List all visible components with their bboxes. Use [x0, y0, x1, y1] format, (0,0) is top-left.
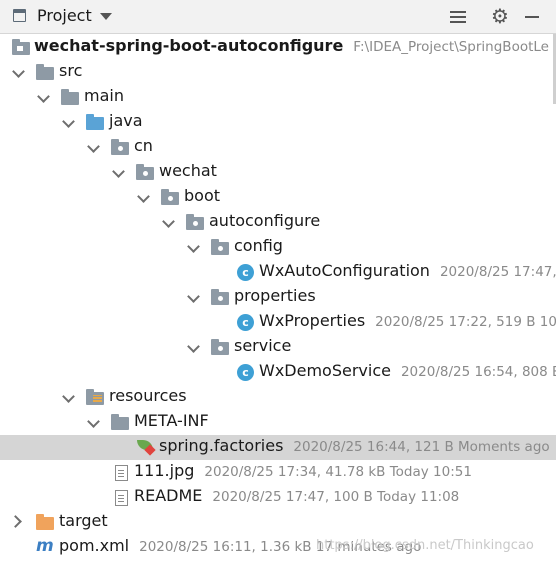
tree-row-meta: 2020/8/25 17:22, 519 B 10 m	[375, 314, 556, 330]
tool-window-title[interactable]: Project	[37, 6, 92, 25]
tree-row-service[interactable]: service	[0, 335, 556, 360]
tree-row-label: pom.xml	[59, 536, 130, 555]
file-icon	[115, 465, 128, 481]
expand-arrow-icon[interactable]	[37, 90, 50, 103]
excluded-folder-icon	[36, 514, 54, 530]
tree-row-meta-inf[interactable]: META-INF	[0, 410, 556, 435]
expand-arrow-icon[interactable]	[87, 415, 100, 428]
tree-row-label: cn	[134, 136, 153, 155]
tree-row-label: java	[109, 111, 143, 130]
expand-arrow-icon[interactable]	[187, 290, 200, 303]
tree-row-label: target	[59, 511, 108, 530]
package-icon	[161, 189, 179, 205]
tree-row-meta: 2020/8/25 17:47, 2	[439, 264, 556, 280]
expand-arrow-icon[interactable]	[137, 190, 150, 203]
project-window-icon	[13, 9, 26, 22]
tree-row-src[interactable]: src	[0, 60, 556, 85]
expand-arrow-icon[interactable]	[87, 140, 100, 153]
tree-row-meta: 2020/8/25 16:54, 808 B 5	[400, 364, 556, 380]
file-icon	[115, 490, 128, 506]
tree-row-label: service	[234, 336, 292, 355]
tree-row-label: README	[134, 486, 203, 505]
tree-row-label: resources	[109, 386, 187, 405]
package-icon	[111, 139, 129, 155]
expand-arrow-icon[interactable]	[62, 390, 75, 403]
folder-icon	[61, 89, 79, 105]
folder-icon	[111, 414, 129, 430]
java-class-icon: c	[237, 364, 254, 381]
tree-row-label: WxProperties	[259, 311, 366, 330]
expand-arrow-icon[interactable]	[162, 215, 175, 228]
package-icon	[186, 214, 204, 230]
project-tool-window-header: Project ⚙	[0, 0, 556, 34]
tree-row-wxdemoservice[interactable]: c WxDemoService 2020/8/25 16:54, 808 B 5	[0, 360, 556, 385]
package-icon	[136, 164, 154, 180]
tree-row-config[interactable]: config	[0, 235, 556, 260]
tree-row-label: spring.factories	[159, 436, 284, 455]
tree-row-wxautoconfiguration[interactable]: c WxAutoConfiguration 2020/8/25 17:47, 2	[0, 260, 556, 285]
java-class-icon: c	[237, 264, 254, 281]
folder-icon	[36, 64, 54, 80]
tree-row-label: wechat-spring-boot-autoconfigure	[34, 36, 344, 55]
package-icon	[211, 239, 229, 255]
expand-arrow-icon[interactable]	[187, 340, 200, 353]
expand-arrow-icon[interactable]	[9, 515, 22, 528]
package-icon	[211, 339, 229, 355]
tree-row-label: config	[234, 236, 283, 255]
module-folder-icon	[12, 39, 30, 55]
tree-row-label: WxAutoConfiguration	[259, 261, 430, 280]
resources-folder-icon	[86, 389, 104, 405]
expand-arrow-icon[interactable]	[112, 165, 125, 178]
tree-row-target[interactable]: target	[0, 510, 556, 535]
tree-row-meta: 2020/8/25 17:34, 41.78 kB Today 10:51	[204, 464, 472, 480]
tree-row-java[interactable]: java	[0, 110, 556, 135]
hide-icon[interactable]	[525, 16, 539, 18]
watermark: https://blog.csdn.net/Thinkingcao	[316, 538, 534, 553]
tree-row-label: wechat	[159, 161, 217, 180]
maven-icon: m	[36, 536, 54, 556]
tree-row-wechat[interactable]: wechat	[0, 160, 556, 185]
tree-row-meta: 2020/8/25 16:44, 121 B Moments ago	[293, 439, 550, 455]
tree-row-autoconfigure[interactable]: autoconfigure	[0, 210, 556, 235]
source-folder-icon	[86, 114, 104, 130]
tree-row-properties[interactable]: properties	[0, 285, 556, 310]
tree-row-label: autoconfigure	[209, 211, 321, 230]
chevron-down-icon[interactable]	[100, 13, 112, 20]
tree-row-label: properties	[234, 286, 316, 305]
tree-row-label: META-INF	[134, 411, 209, 430]
expand-arrow-icon[interactable]	[187, 240, 200, 253]
tree-row-main[interactable]: main	[0, 85, 556, 110]
expand-arrow-icon[interactable]	[62, 115, 75, 128]
tree-row-label: src	[59, 61, 83, 80]
tree-row-readme[interactable]: README 2020/8/25 17:47, 100 B Today 11:08	[0, 485, 556, 510]
tree-row-label: boot	[184, 186, 221, 205]
tree-row-boot[interactable]: boot	[0, 185, 556, 210]
tree-row-label: WxDemoService	[259, 361, 391, 380]
java-class-icon: c	[237, 314, 254, 331]
gear-icon[interactable]: ⚙	[491, 6, 509, 26]
tree-row-meta: 2020/8/25 17:47, 100 B Today 11:08	[212, 489, 460, 505]
tree-row-label: 111.jpg	[134, 461, 195, 480]
tree-row-111-jpg[interactable]: 111.jpg 2020/8/25 17:34, 41.78 kB Today 1…	[0, 460, 556, 485]
package-icon	[211, 289, 229, 305]
tree-row-resources[interactable]: resources	[0, 385, 556, 410]
tree-row-module-root[interactable]: wechat-spring-boot-autoconfigure F:\IDEA_…	[0, 35, 556, 60]
tree-row-wxproperties[interactable]: c WxProperties 2020/8/25 17:22, 519 B 10 …	[0, 310, 556, 335]
tree-row-label: main	[84, 86, 124, 105]
tree-row-spring-factories[interactable]: spring.factories 2020/8/25 16:44, 121 B M…	[0, 435, 556, 460]
collapse-all-icon[interactable]	[450, 8, 466, 26]
tree-row-meta: F:\IDEA_Project\SpringBootLe	[353, 39, 549, 55]
expand-arrow-icon[interactable]	[12, 65, 25, 78]
spring-factories-icon	[137, 440, 156, 456]
tree-row-cn[interactable]: cn	[0, 135, 556, 160]
